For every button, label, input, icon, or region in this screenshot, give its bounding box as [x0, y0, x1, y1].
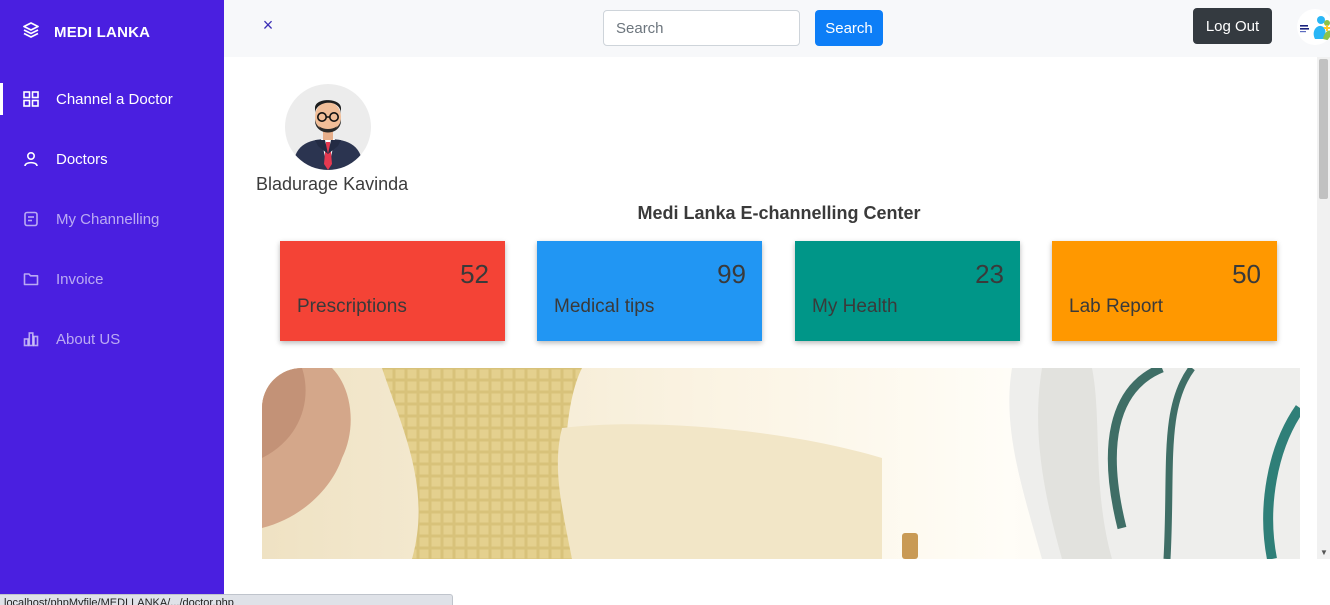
close-icon[interactable]: × [258, 15, 278, 35]
card-label: Prescriptions [297, 296, 407, 317]
sidebar-item-label: My Channelling [56, 210, 160, 228]
sidebar-item-label: Invoice [56, 270, 104, 288]
card-value: 52 [460, 259, 489, 289]
sidebar-item-label: Doctors [56, 150, 108, 168]
card-lab-report[interactable]: 50 Lab Report [1052, 241, 1277, 341]
card-label: Lab Report [1069, 296, 1164, 317]
grid-icon [22, 90, 40, 108]
sidebar-item-label: About US [56, 330, 121, 348]
scrollbar-thumb[interactable] [1319, 59, 1328, 199]
brand-name: MEDI LANKA [54, 23, 151, 41]
search-button[interactable]: Search [815, 10, 883, 46]
card-medical-tips[interactable]: 99 Medical tips [537, 241, 762, 341]
medi-lanka-logo[interactable] [1297, 9, 1330, 45]
scroll-down-arrow-icon[interactable]: ▼ [1320, 548, 1328, 557]
brand[interactable]: MEDI LANKA [22, 20, 150, 44]
search-input[interactable] [603, 10, 800, 46]
sidebar-item-channel-a-doctor[interactable]: Channel a Doctor [0, 79, 224, 119]
avatar [285, 84, 371, 170]
sidebar-item-about-us[interactable]: About US [0, 319, 224, 359]
card-value: 99 [717, 259, 746, 289]
folder-icon [22, 270, 40, 288]
page-title: Medi Lanka E-channelling Center [637, 203, 921, 223]
user-icon [22, 150, 40, 168]
top-navbar: × Search Log Out [224, 0, 1330, 57]
sidebar-item-label: Channel a Doctor [56, 90, 173, 108]
sidebar-item-invoice[interactable]: Invoice [0, 259, 224, 299]
vertical-scrollbar[interactable]: ▲ ▼ [1317, 57, 1330, 559]
logout-button[interactable]: Log Out [1193, 8, 1272, 44]
card-prescriptions[interactable]: 52 Prescriptions [280, 241, 505, 341]
bar-chart-icon [22, 330, 40, 348]
main-content: Bladurage Kavinda Medi Lanka E-channelli… [224, 57, 1317, 605]
status-url: localhost/phpMyfile/MEDI LANKA/.../docto… [4, 597, 234, 605]
sidebar-item-doctors[interactable]: Doctors [0, 139, 224, 179]
sidebar: MEDI LANKA Channel a Doctor Doctors My C… [0, 0, 224, 605]
browser-status-bar: localhost/phpMyfile/MEDI LANKA/.../docto… [0, 594, 453, 605]
card-label: Medical tips [554, 296, 655, 317]
user-name: Bladurage Kavinda [256, 174, 409, 194]
layers-icon [22, 21, 40, 44]
card-label: My Health [812, 296, 898, 317]
document-icon [22, 210, 40, 228]
card-my-health[interactable]: 23 My Health [795, 241, 1020, 341]
card-value: 23 [975, 259, 1004, 289]
sidebar-item-my-channelling[interactable]: My Channelling [0, 199, 224, 239]
hero-banner-image [262, 368, 1300, 559]
card-value: 50 [1232, 259, 1261, 289]
